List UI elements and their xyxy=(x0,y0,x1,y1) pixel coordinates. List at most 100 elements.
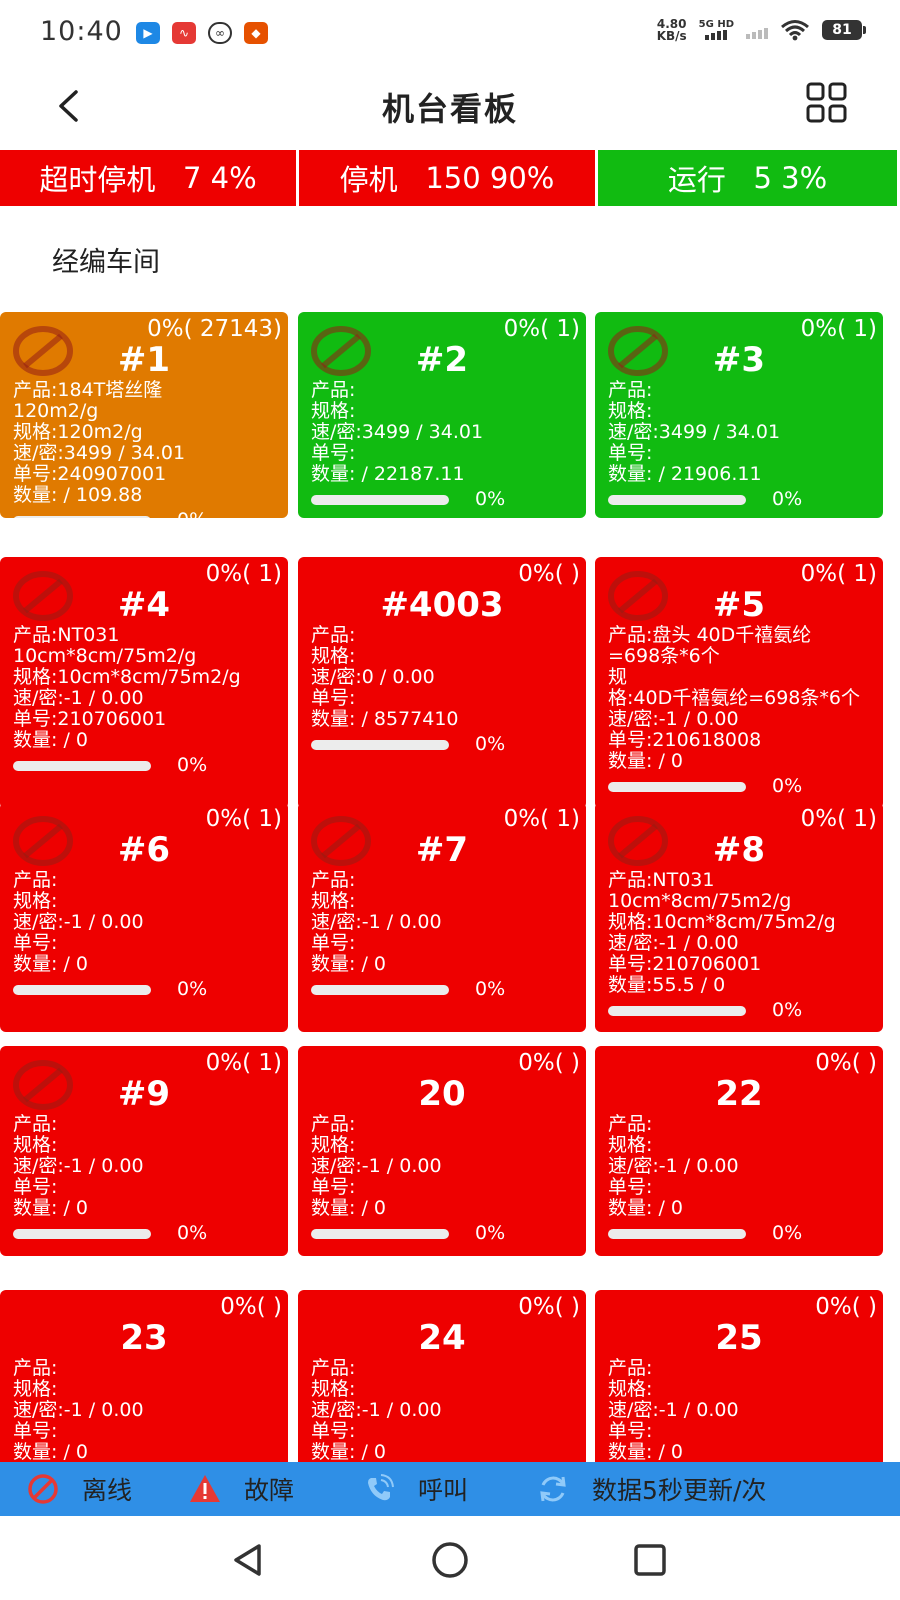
nav-recents-button[interactable] xyxy=(628,1538,672,1582)
machine-card[interactable]: 0%( 27143) #1 产品:184T塔丝隆 120m2/g 规格:120m2/g 速… xyxy=(0,312,288,518)
machine-card[interactable]: 0%( 1) #7 产品: 规格: 速/密:-1 / 0.00 单号: 数量: / 0 0% xyxy=(298,802,586,1032)
machine-detail-line: 单号:210706001 xyxy=(13,708,167,730)
machine-card[interactable]: 0%( ) 22 产品: 规格: 速/密:-1 / 0.00 单号: 数量: / 0 0% xyxy=(595,1046,883,1256)
machine-card[interactable]: 0%( 1) #3 产品: 规格: 速/密:3499 / 34.01 单号: 数量: / 2… xyxy=(595,312,883,518)
machine-name: 23 xyxy=(120,1318,168,1358)
machine-detail-line: 规格: xyxy=(311,1134,356,1156)
summary-stopped[interactable]: 停机 150 90% xyxy=(299,150,595,206)
summary-running[interactable]: 运行 5 3% xyxy=(598,150,897,206)
machine-name: #7 xyxy=(415,830,469,870)
progress-bar: 0% xyxy=(311,489,582,510)
machine-detail-line: 规格: xyxy=(311,645,356,667)
progress-track xyxy=(608,781,746,792)
progress-label: 0% xyxy=(177,978,208,1000)
machine-detail-line: 规格: xyxy=(608,1378,653,1400)
machine-detail-line: 产品: xyxy=(13,1113,58,1135)
machine-detail-line: 产品: xyxy=(311,1357,356,1379)
progress-bar: 0% xyxy=(311,734,582,755)
machine-detail-line: 单号: xyxy=(311,1176,356,1198)
machine-detail-line: 规格: xyxy=(608,400,653,422)
progress-bar: 0% xyxy=(13,755,284,776)
machine-detail-line: 规格:120m2/g xyxy=(13,421,143,443)
machine-card[interactable]: 0%( ) 20 产品: 规格: 速/密:-1 / 0.00 单号: 数量: / 0 0% xyxy=(298,1046,586,1256)
machine-card[interactable]: 0%( 1) #5 产品:盘头 40D千禧氨纶 =698条*6个规格:40D千禧氨纶=… xyxy=(595,557,883,809)
machine-detail-line: 产品: xyxy=(13,869,58,891)
machine-details: 产品: 规格: 速/密:0 / 0.00 单号: 数量: / 8577410 0% xyxy=(311,625,582,755)
machine-detail-line: 单号: xyxy=(608,1176,653,1198)
cell-signal-2-icon xyxy=(746,21,768,39)
progress-bar: 0% xyxy=(311,979,582,1000)
machine-detail-line: 产品: xyxy=(311,869,356,891)
warning-icon xyxy=(190,1475,221,1502)
progress-track xyxy=(311,739,449,750)
net-speed: 4.80 KB/s xyxy=(656,17,687,43)
progress-bar: 0% xyxy=(608,776,879,797)
machine-card[interactable]: 0%( 1) #4 产品:NT031 10cm*8cm/75m2/g 规格:10cm*8… xyxy=(0,557,288,809)
machine-name: #1 xyxy=(117,340,171,380)
machine-detail-line: 速/密:-1 / 0.00 xyxy=(311,911,442,933)
machine-detail-line: 速/密:-1 / 0.00 xyxy=(608,1399,739,1421)
machine-detail-line: 产品:NT031 xyxy=(13,624,120,646)
machine-efficiency: 0%( 1) xyxy=(205,1050,282,1076)
machine-detail-line: 单号: xyxy=(311,442,356,464)
machine-efficiency: 0%( 1) xyxy=(205,561,282,587)
machine-detail-line: 规格:10cm*8cm/75m2/g xyxy=(608,911,836,933)
machine-card[interactable]: 0%( ) 24 产品: 规格: 速/密:-1 / 0.00 单号: 数量: / 0 xyxy=(298,1290,586,1462)
machine-detail-line: 规格: xyxy=(13,1134,58,1156)
machine-detail-line: 速/密:-1 / 0.00 xyxy=(608,708,739,730)
machine-detail-line: 单号: xyxy=(608,442,653,464)
machine-card[interactable]: 0%( ) 23 产品: 规格: 速/密:-1 / 0.00 单号: 数量: / 0 xyxy=(0,1290,288,1462)
machine-name: #5 xyxy=(712,585,766,625)
nav-home-button[interactable] xyxy=(428,1538,472,1582)
machine-detail-line: 数量: / 0 xyxy=(13,953,88,975)
machine-detail-line: 数量:55.5 / 0 xyxy=(608,974,726,996)
back-button[interactable] xyxy=(44,78,92,134)
machine-detail-line: 速/密:-1 / 0.00 xyxy=(13,1399,144,1421)
machine-detail-line: 单号: xyxy=(311,687,356,709)
machine-details: 产品: 规格: 速/密:3499 / 34.01 单号: 数量: / 22187.11 0… xyxy=(311,380,582,510)
progress-label: 0% xyxy=(772,488,803,510)
progress-label: 0% xyxy=(772,999,803,1021)
nav-back-button[interactable] xyxy=(226,1538,270,1582)
status-bar: 10:40 ▶ ∿ ∞ ◆ 4.80 KB/s 5G HD 81 xyxy=(0,0,900,66)
machine-detail-line: 速/密:0 / 0.00 xyxy=(311,666,435,688)
machine-details: 产品: 规格: 速/密:-1 / 0.00 单号: 数量: / 0 xyxy=(311,1357,582,1463)
system-indicators: 4.80 KB/s 5G HD 81 xyxy=(656,17,866,43)
machine-efficiency: 0%( 1) xyxy=(800,561,877,587)
machine-name: #3 xyxy=(712,340,766,380)
machine-details: 产品: 规格: 速/密:-1 / 0.00 单号: 数量: / 0 0% xyxy=(13,1114,284,1244)
machine-detail-line: 产品: xyxy=(311,624,356,646)
machine-detail-line: 单号: xyxy=(13,932,58,954)
machine-name: #6 xyxy=(117,830,171,870)
machine-detail-line: 数量: / 0 xyxy=(608,1441,683,1463)
phone-call-icon xyxy=(368,1474,395,1501)
machine-detail-line: 速/密:-1 / 0.00 xyxy=(311,1399,442,1421)
machine-card[interactable]: 0%( 1) #6 产品: 规格: 速/密:-1 / 0.00 单号: 数量: / 0 0% xyxy=(0,802,288,1032)
machine-detail-line: 产品:NT031 xyxy=(608,869,715,891)
machine-efficiency: 0%( 27143) xyxy=(147,316,282,342)
nav-home-icon xyxy=(432,1542,468,1578)
grid-menu-button[interactable] xyxy=(804,80,850,126)
machine-detail-line: 数量: / 21906.11 xyxy=(608,463,762,485)
machine-detail-line: 数量: / 0 xyxy=(311,953,386,975)
progress-label: 0% xyxy=(772,775,803,797)
machine-name: #2 xyxy=(415,340,469,380)
machine-card[interactable]: 0%( 1) #9 产品: 规格: 速/密:-1 / 0.00 单号: 数量: / 0 0% xyxy=(0,1046,288,1256)
machine-detail-line: 规格: xyxy=(608,1134,653,1156)
machine-detail-line: 数量: / 0 xyxy=(13,729,88,751)
machine-detail-line: 规 xyxy=(608,666,628,688)
page-title: 机台看板 xyxy=(381,90,518,128)
machine-details: 产品: 规格: 速/密:-1 / 0.00 单号: 数量: / 0 0% xyxy=(13,870,284,1000)
machine-detail-line: 数量: / 0 xyxy=(13,1441,88,1463)
machine-detail-line: 单号: xyxy=(311,932,356,954)
machine-efficiency: 0%( ) xyxy=(518,561,580,587)
machine-card[interactable]: 0%( 1) #2 产品: 规格: 速/密:3499 / 34.01 单号: 数量: / 2… xyxy=(298,312,586,518)
machine-card[interactable]: 0%( ) #4003 产品: 规格: 速/密:0 / 0.00 单号: 数量: / 857… xyxy=(298,557,586,809)
machine-detail-line: 10cm*8cm/75m2/g xyxy=(608,890,792,912)
machine-card[interactable]: 0%( 1) #8 产品:NT031 10cm*8cm/75m2/g 规格:10cm*8… xyxy=(595,802,883,1032)
machine-detail-line: 速/密:-1 / 0.00 xyxy=(13,911,144,933)
summary-timeout-stop[interactable]: 超时停机 7 4% xyxy=(0,150,296,206)
progress-bar: 0% xyxy=(311,1223,582,1244)
machine-card[interactable]: 0%( ) 25 产品: 规格: 速/密:-1 / 0.00 单号: 数量: / 0 xyxy=(595,1290,883,1462)
machine-detail-line: 产品:盘头 40D千禧氨纶 xyxy=(608,624,812,646)
